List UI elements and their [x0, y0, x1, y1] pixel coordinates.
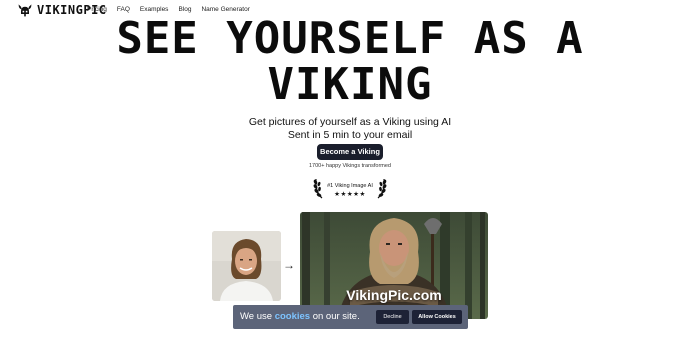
cookies-link[interactable]: cookies — [275, 311, 310, 322]
cookie-banner: We use cookies on our site. Decline Allo… — [233, 305, 468, 329]
portrait-image — [212, 231, 281, 301]
hero-title: SEE YOURSELF AS A VIKING — [0, 16, 700, 108]
allow-cookies-button[interactable]: Allow Cookies — [412, 310, 462, 324]
cookie-message: We use cookies on our site. — [240, 311, 360, 322]
after-photo: VikingPic.com — [300, 212, 488, 319]
nav-link-blog[interactable]: Blog — [178, 6, 191, 13]
cookie-text-after: on our site. — [310, 311, 360, 322]
cookie-text-before: We use — [240, 311, 275, 322]
before-photo — [212, 231, 281, 301]
subtitle-line2: Sent in 5 min to your email — [287, 129, 413, 141]
happy-customers-text: 1700+ happy Vikings transformed — [309, 163, 391, 169]
laurel-right-icon — [377, 178, 387, 199]
hero-subtitle: Get pictures of yourself as a Viking usi… — [0, 116, 700, 142]
rating-badge: #1 Viking Image AI ★★★★★ — [313, 176, 387, 200]
watermark-text: VikingPic.com — [346, 287, 442, 303]
decline-button[interactable]: Decline — [376, 310, 409, 324]
nav-link-examples[interactable]: Examples — [140, 6, 169, 13]
nav-link-faq[interactable]: FAQ — [117, 6, 130, 13]
subtitle-line1: Get pictures of yourself as a Viking usi… — [248, 116, 452, 128]
hero-title-line1: SEE YOURSELF AS A — [116, 13, 584, 64]
arrow-right-icon: → — [283, 258, 295, 272]
nav-link-name-generator[interactable]: Name Generator — [201, 6, 249, 13]
nav-link-pricing[interactable]: Pricing — [87, 6, 107, 13]
nav-links: Pricing FAQ Examples Blog Name Generator — [87, 6, 250, 13]
hero-title-line2: VIKING — [267, 59, 433, 110]
become-viking-button[interactable]: Become a Viking — [317, 144, 383, 160]
